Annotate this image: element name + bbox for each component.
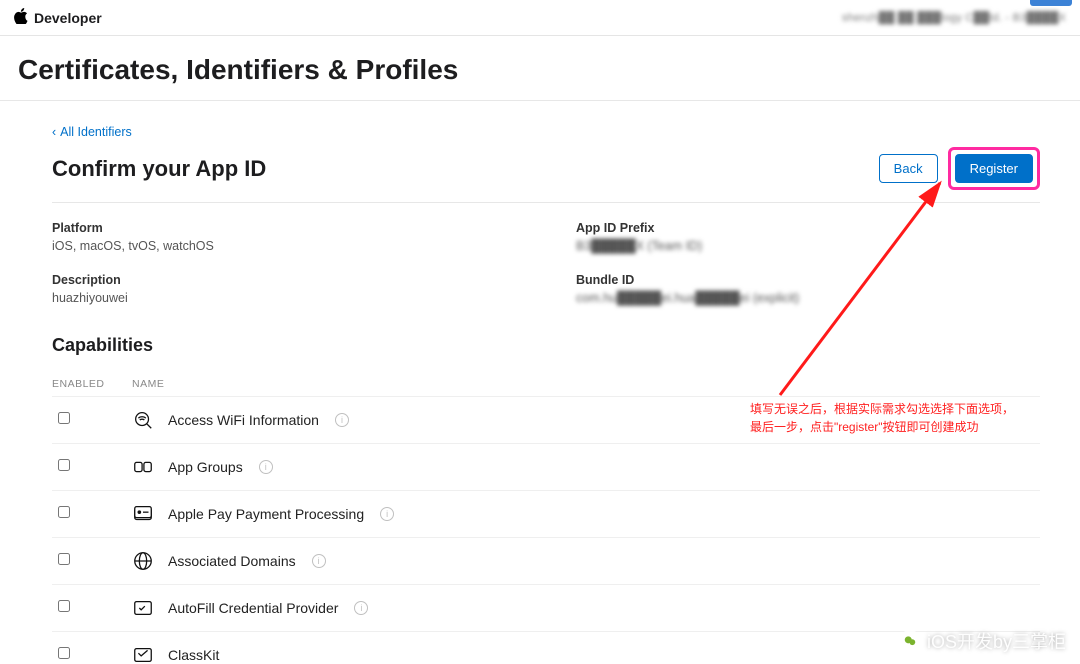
watermark: iOS开发by三掌柜 (899, 628, 1066, 654)
capability-checkbox[interactable] (58, 647, 70, 659)
apple-logo-icon (14, 8, 28, 27)
capability-row: App Groups i (52, 443, 1040, 490)
description-field: Description huazhiyouwei (52, 273, 516, 305)
globe-icon (132, 550, 154, 572)
brand[interactable]: Developer (14, 8, 102, 27)
platform-label: Platform (52, 221, 516, 235)
app-id-summary: Platform iOS, macOS, tvOS, watchOS App I… (52, 203, 1040, 313)
capabilities-title: Capabilities (52, 335, 1040, 356)
annotation-text: 填写无误之后，根据实际需求勾选选择下面选项， 最后一步，点击"register"… (750, 400, 1014, 436)
language-indicator (1030, 0, 1072, 6)
prefix-value: B3█████X (Team ID) (576, 239, 1040, 253)
description-value: huazhiyouwei (52, 291, 516, 305)
capabilities-header: ENABLED NAME (52, 372, 1040, 396)
platform-value: iOS, macOS, tvOS, watchOS (52, 239, 516, 253)
capability-row: ClassKit (52, 631, 1040, 664)
main-content: ‹ All Identifiers Confirm your App ID Ba… (0, 101, 1080, 664)
action-buttons: Back Register (879, 147, 1040, 190)
capability-name: Apple Pay Payment Processing (168, 506, 364, 522)
confirm-title: Confirm your App ID (52, 156, 266, 182)
capability-checkbox[interactable] (58, 412, 70, 424)
col-enabled: ENABLED (52, 378, 132, 390)
autofill-icon (132, 597, 154, 619)
wechat-icon (899, 630, 921, 652)
capability-checkbox[interactable] (58, 553, 70, 565)
team-name[interactable]: shenzh██ ██ ███logy C██td. - B3████X (842, 12, 1066, 24)
app-groups-icon (132, 456, 154, 478)
capability-checkbox[interactable] (58, 600, 70, 612)
capability-name: Access WiFi Information (168, 412, 319, 428)
capability-name: Associated Domains (168, 553, 296, 569)
wifi-icon (132, 409, 154, 431)
capability-row: Associated Domains i (52, 537, 1040, 584)
bundle-field: Bundle ID com.hu█████ei.hua█████ei (expl… (576, 273, 1040, 305)
annotation-highlight-box: Register (948, 147, 1040, 190)
info-icon[interactable]: i (380, 507, 394, 521)
capability-checkbox[interactable] (58, 459, 70, 471)
apple-pay-icon (132, 503, 154, 525)
bundle-value: com.hu█████ei.hua█████ei (explicit) (576, 291, 1040, 305)
capability-row: Apple Pay Payment Processing i (52, 490, 1040, 537)
global-header: Developer shenzh██ ██ ███logy C██td. - B… (0, 0, 1080, 36)
capability-name: AutoFill Credential Provider (168, 600, 338, 616)
col-name: NAME (132, 378, 1040, 390)
chevron-left-icon: ‹ (52, 125, 56, 139)
back-all-identifiers-link[interactable]: ‹ All Identifiers (52, 125, 132, 139)
brand-text: Developer (34, 10, 102, 26)
capability-name: App Groups (168, 459, 243, 475)
back-button[interactable]: Back (879, 154, 938, 183)
info-icon[interactable]: i (335, 413, 349, 427)
confirm-header-row: Confirm your App ID Back Register (52, 147, 1040, 203)
prefix-label: App ID Prefix (576, 221, 1040, 235)
info-icon[interactable]: i (354, 601, 368, 615)
bundle-label: Bundle ID (576, 273, 1040, 287)
info-icon[interactable]: i (312, 554, 326, 568)
capability-checkbox[interactable] (58, 506, 70, 518)
description-label: Description (52, 273, 516, 287)
info-icon[interactable]: i (259, 460, 273, 474)
page-title: Certificates, Identifiers & Profiles (0, 36, 1080, 101)
classkit-icon (132, 644, 154, 664)
register-button[interactable]: Register (955, 154, 1033, 183)
platform-field: Platform iOS, macOS, tvOS, watchOS (52, 221, 516, 253)
capability-row: AutoFill Credential Provider i (52, 584, 1040, 631)
prefix-field: App ID Prefix B3█████X (Team ID) (576, 221, 1040, 253)
capability-name: ClassKit (168, 647, 219, 663)
